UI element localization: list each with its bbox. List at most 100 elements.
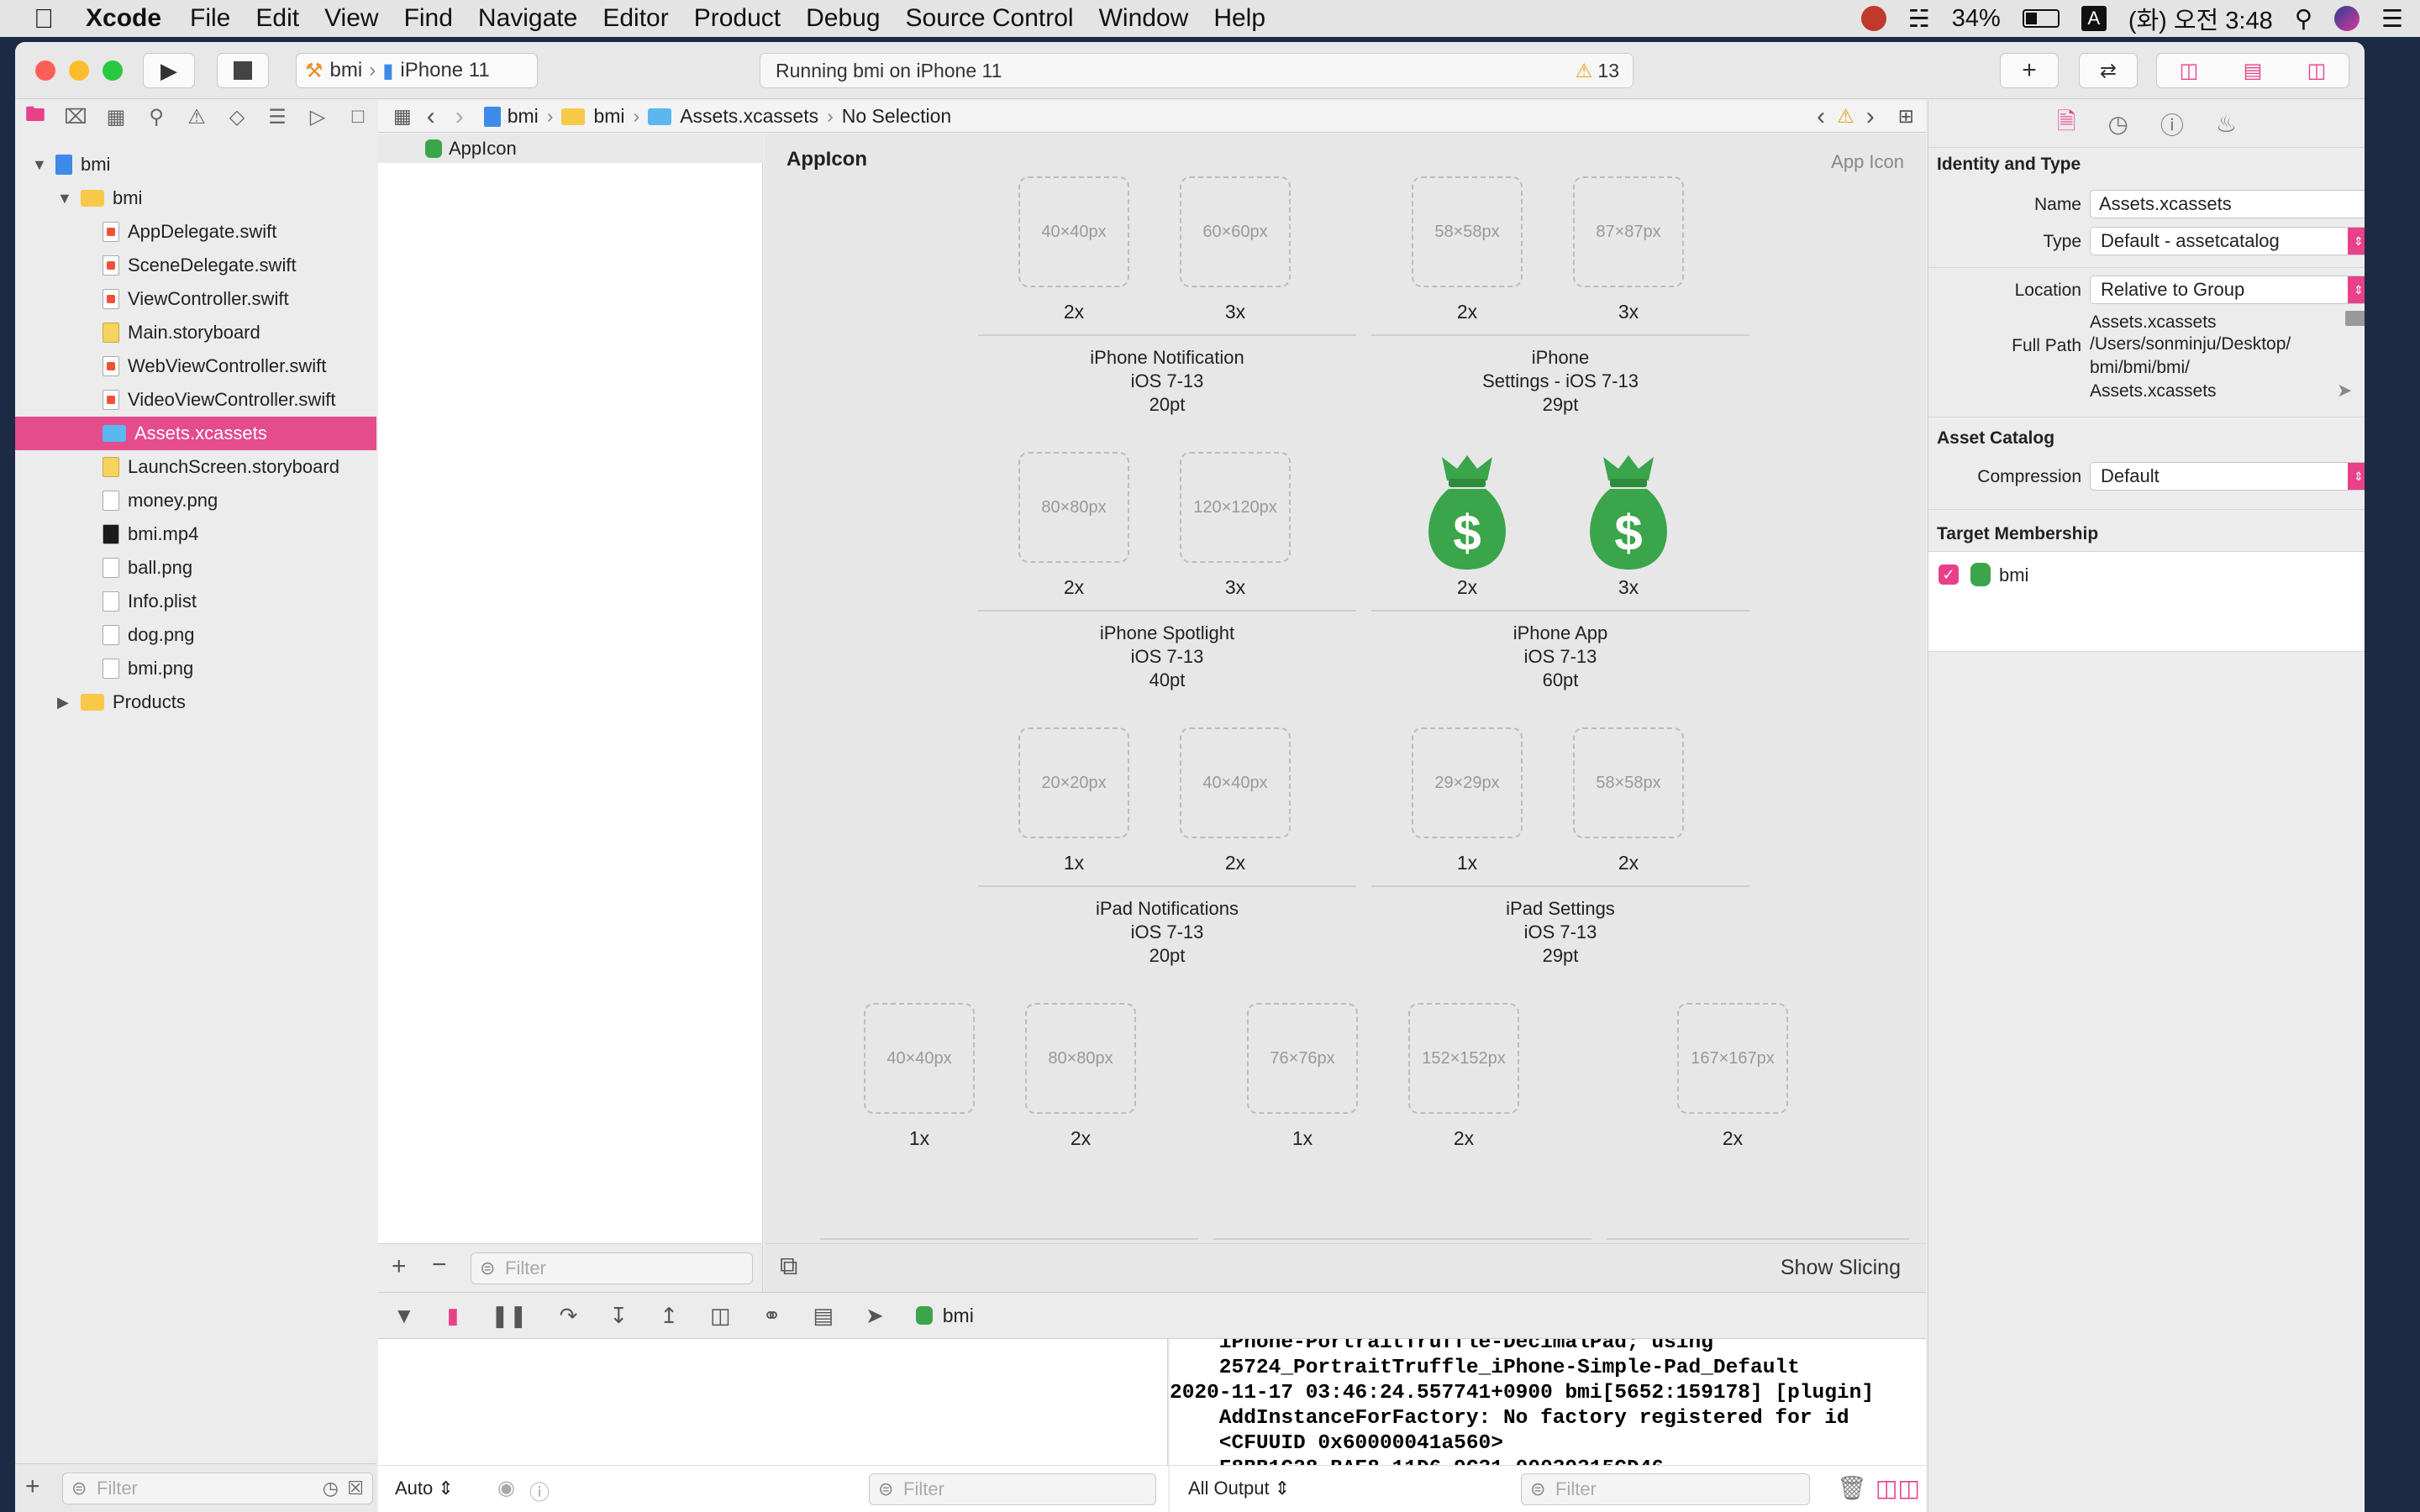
navigator-item[interactable]: SceneDelegate.swift bbox=[15, 249, 376, 282]
menu-view[interactable]: View bbox=[324, 4, 378, 33]
show-slicing-button[interactable]: Show Slicing bbox=[1781, 1256, 1901, 1280]
navigator-item[interactable]: VideoViewController.swift bbox=[15, 383, 376, 417]
compression-popup[interactable]: Default ⇕ bbox=[2090, 462, 2365, 491]
target-checkbox[interactable]: ✓ bbox=[1939, 564, 1959, 585]
debug-navigator-icon[interactable]: ☰ bbox=[266, 105, 289, 129]
menu-file[interactable]: File bbox=[190, 4, 230, 33]
clock[interactable]: (화) 오전 3:48 bbox=[2128, 1, 2273, 36]
output-filter-popup[interactable]: All Output ⇕ bbox=[1188, 1478, 1290, 1499]
navigator-item[interactable]: WebViewController.swift bbox=[15, 349, 376, 383]
disclosure-triangle-icon[interactable]: ▼ bbox=[32, 156, 49, 174]
icon-slot[interactable]: 40×40px bbox=[1018, 176, 1129, 287]
navigator-item[interactable]: ▶ Products bbox=[15, 685, 376, 719]
battery-icon[interactable] bbox=[2022, 9, 2060, 28]
menu-product[interactable]: Product bbox=[694, 4, 781, 33]
icon-slot[interactable]: 87×87px bbox=[1573, 176, 1684, 287]
apple-icon[interactable]:  bbox=[34, 3, 54, 34]
history-inspector-icon[interactable]: ◷ bbox=[2107, 110, 2128, 138]
source-control-navigator-icon[interactable]: ⌧ bbox=[64, 105, 87, 129]
navigator-item[interactable]: AppDelegate.swift bbox=[15, 215, 376, 249]
info-icon[interactable]: ⓘ bbox=[529, 1476, 550, 1505]
zoom-window-button[interactable] bbox=[103, 60, 123, 81]
menu-find[interactable]: Find bbox=[404, 4, 453, 33]
process-selector[interactable]: bmi bbox=[915, 1305, 974, 1327]
quick-look-icon[interactable]: ◉ bbox=[497, 1476, 515, 1500]
hide-debug-area-icon[interactable]: ▼ bbox=[393, 1303, 415, 1329]
navigator-item[interactable]: ▼ bmi bbox=[15, 181, 376, 215]
icon-slot[interactable]: 60×60px bbox=[1180, 176, 1291, 287]
breakpoints-toggle-icon[interactable]: ▮ bbox=[447, 1303, 459, 1329]
icon-slot[interactable]: 58×58px bbox=[1412, 176, 1523, 287]
add-editor-icon[interactable]: ⊞ bbox=[1898, 105, 1914, 128]
back-button[interactable]: ‹ bbox=[427, 102, 435, 131]
location-popup[interactable]: Relative to Group ⇕ bbox=[2090, 276, 2365, 304]
reveal-in-finder-icon[interactable]: ➤ bbox=[2337, 380, 2352, 402]
quick-help-icon[interactable]: ⓘ bbox=[2160, 108, 2184, 141]
icon-slot[interactable]: 152×152px bbox=[1408, 1003, 1519, 1114]
navigator-item[interactable]: Info.plist bbox=[15, 585, 376, 618]
view-debugger-icon[interactable]: ◫ bbox=[710, 1303, 731, 1329]
pause-icon[interactable]: ❚❚ bbox=[491, 1303, 528, 1329]
activity-view[interactable]: Running bmi on iPhone 11 ⚠ 13 bbox=[760, 53, 1634, 88]
asset-filter-input[interactable]: ⊜ Filter bbox=[471, 1252, 753, 1284]
warning-icon[interactable]: ⚠ bbox=[1837, 105, 1854, 128]
simulate-location-icon[interactable]: ➤ bbox=[865, 1303, 884, 1329]
issue-navigator-icon[interactable]: ⚠ bbox=[185, 105, 208, 129]
choose-folder-icon[interactable] bbox=[2345, 311, 2365, 326]
icon-slot[interactable]: 76×76px bbox=[1247, 1003, 1358, 1114]
disclosure-triangle-icon[interactable]: ▶ bbox=[57, 694, 74, 711]
notification-center-icon[interactable]: ☰ bbox=[2381, 4, 2403, 34]
project-navigator-icon[interactable]: 🖿 bbox=[24, 100, 47, 134]
code-review-button[interactable]: ⇄ bbox=[2079, 53, 2138, 88]
wifi-icon[interactable]: ☵ bbox=[1908, 4, 1930, 34]
split-view-toggle-icon[interactable]: ◫◫ bbox=[1876, 1474, 1920, 1502]
menu-debug[interactable]: Debug bbox=[806, 4, 880, 33]
icon-slot[interactable]: 40×40px bbox=[1180, 727, 1291, 838]
file-inspector-icon[interactable]: 🗎 bbox=[2057, 104, 2076, 144]
menu-edit[interactable]: Edit bbox=[255, 4, 299, 33]
menu-app-name[interactable]: Xcode bbox=[86, 4, 161, 33]
run-button[interactable]: ▶ bbox=[143, 53, 195, 88]
navigator-toggle-icon[interactable]: ◫ bbox=[2180, 59, 2199, 83]
add-file-button[interactable]: + bbox=[25, 1473, 40, 1501]
step-out-icon[interactable]: ↥ bbox=[660, 1303, 678, 1329]
slicing-toggle-icon[interactable]: ⧉ bbox=[780, 1252, 797, 1281]
environment-overrides-icon[interactable]: ▤ bbox=[813, 1303, 834, 1329]
scm-filter-icon[interactable]: ☒ bbox=[347, 1478, 364, 1499]
menu-help[interactable]: Help bbox=[1213, 4, 1265, 33]
scheme-selector[interactable]: ⚒ bmi › ▮ iPhone 11 bbox=[296, 53, 538, 88]
icon-slot[interactable]: 29×29px bbox=[1412, 727, 1523, 838]
icon-slot[interactable]: 120×120px bbox=[1180, 452, 1291, 563]
warning-count[interactable]: 13 bbox=[1597, 60, 1619, 82]
spotlight-icon[interactable]: ⚲ bbox=[2295, 4, 2312, 34]
money-bag-icon[interactable]: $ bbox=[1578, 450, 1679, 573]
navigator-item[interactable]: bmi.png bbox=[15, 652, 376, 685]
navigator-filter-input[interactable]: ⊜ Filter ◷ ☒ bbox=[62, 1473, 373, 1504]
remove-asset-button[interactable]: − bbox=[432, 1251, 447, 1279]
library-button[interactable]: + bbox=[2000, 53, 2059, 88]
asset-item-appicon[interactable]: AppIcon bbox=[378, 134, 763, 163]
disclosure-triangle-icon[interactable]: ▼ bbox=[57, 190, 74, 207]
variables-scope-popup[interactable]: Auto ⇕ bbox=[395, 1478, 454, 1499]
test-navigator-icon[interactable]: ◇ bbox=[225, 105, 249, 129]
navigator-item[interactable]: dog.png bbox=[15, 618, 376, 652]
add-asset-button[interactable]: + bbox=[392, 1252, 407, 1281]
warning-icon[interactable]: ⚠ bbox=[1576, 60, 1593, 82]
memory-graph-icon[interactable]: ⚭ bbox=[763, 1303, 781, 1329]
close-window-button[interactable] bbox=[35, 60, 55, 81]
stop-button[interactable] bbox=[217, 53, 269, 88]
previous-issue-button[interactable]: ‹ bbox=[1817, 102, 1825, 131]
type-popup[interactable]: Default - assetcatalog ⇕ bbox=[2090, 227, 2365, 255]
input-source-icon[interactable]: A bbox=[2081, 6, 2107, 31]
navigator-item[interactable]: Main.storyboard bbox=[15, 316, 376, 349]
navigator-item[interactable]: Assets.xcassets bbox=[15, 417, 376, 450]
navigator-item[interactable]: bmi.mp4 bbox=[15, 517, 376, 551]
inspector-toggle-icon[interactable]: ◫ bbox=[2307, 59, 2327, 83]
console-output[interactable]: iPhone-PortraitTruffle-DecimalPad; using… bbox=[1170, 1339, 1926, 1465]
navigator-item[interactable]: ViewController.swift bbox=[15, 282, 376, 316]
navigator-item[interactable]: ball.png bbox=[15, 551, 376, 585]
next-issue-button[interactable]: › bbox=[1866, 102, 1875, 131]
money-bag-icon[interactable]: $ bbox=[1417, 450, 1518, 573]
find-navigator-icon[interactable]: ⚲ bbox=[145, 105, 168, 129]
name-field[interactable]: Assets.xcassets bbox=[2090, 190, 2365, 218]
